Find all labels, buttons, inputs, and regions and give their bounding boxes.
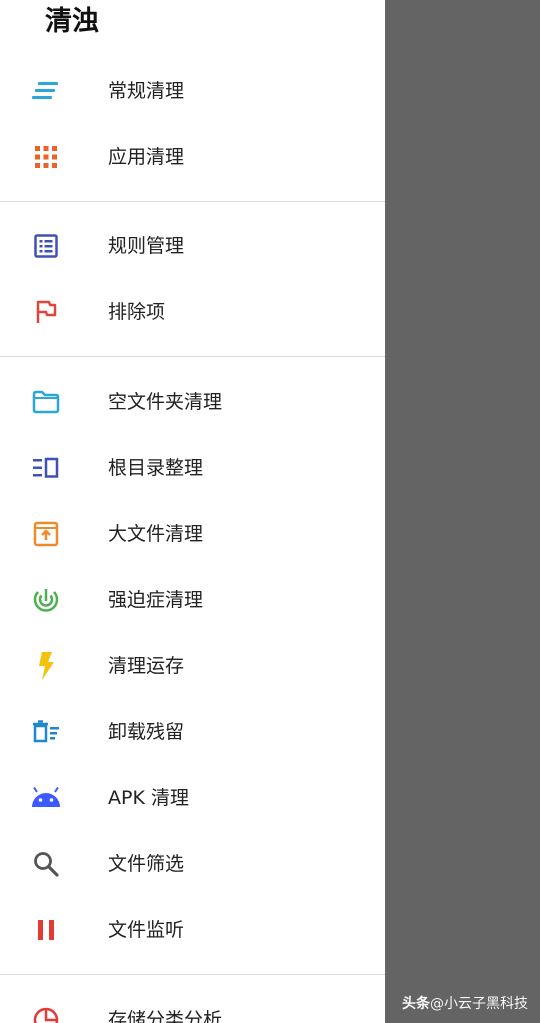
- divider: [0, 974, 385, 975]
- menu-item-label: 卸载残留: [108, 721, 185, 743]
- menu-item-label: 空文件夹清理: [108, 391, 223, 413]
- menu-item-label: 文件筛选: [108, 853, 185, 875]
- menu-item-apk-clean[interactable]: APK 清理: [0, 770, 385, 826]
- menu-item-ocd-clean[interactable]: 强迫症清理: [0, 572, 385, 628]
- pie-chart-icon: [30, 1006, 62, 1023]
- menu-item-label: 根目录整理: [108, 457, 204, 479]
- menu-item-uninstall-residue[interactable]: 卸载残留: [0, 704, 385, 760]
- watermark-brand: 头条: [402, 996, 430, 1012]
- android-icon: [30, 784, 62, 812]
- menu-item-general-clean[interactable]: 常规清理: [0, 63, 385, 119]
- menu-item-label: 规则管理: [108, 235, 185, 257]
- pause-icon: [30, 916, 62, 944]
- menu-item-label: 应用清理: [108, 146, 185, 168]
- menu-item-label: 强迫症清理: [108, 589, 204, 611]
- menu-item-memory-clean[interactable]: 清理运存: [0, 638, 385, 694]
- root-directory-icon: [30, 454, 62, 482]
- menu-item-storage-analysis[interactable]: 存储分类分析: [0, 992, 385, 1023]
- menu-item-exclusions[interactable]: 排除项: [0, 284, 385, 340]
- menu-item-label: 大文件清理: [108, 523, 204, 545]
- ocd-target-icon: [30, 586, 62, 614]
- app-grid-icon: [30, 143, 62, 171]
- watermark: 头条@小云子黑科技: [402, 993, 528, 1013]
- menu-item-large-file-clean[interactable]: 大文件清理: [0, 506, 385, 562]
- menu-item-file-filter[interactable]: 文件筛选: [0, 836, 385, 892]
- divider: [0, 356, 385, 357]
- large-file-icon: [30, 520, 62, 548]
- navigation-drawer: 清浊 常规清理 应用清理 规则管理 排除项 空文件夹清理 根目录整理 大文件清理…: [0, 0, 385, 1023]
- drawer-scrim-overlay[interactable]: [385, 0, 540, 1023]
- uninstall-residue-icon: [30, 718, 62, 746]
- search-icon: [30, 850, 62, 878]
- general-clean-icon: [30, 77, 62, 105]
- rules-list-icon: [30, 232, 62, 260]
- menu-item-label: 排除项: [108, 301, 166, 323]
- menu-item-empty-folder-clean[interactable]: 空文件夹清理: [0, 374, 385, 430]
- folder-icon: [30, 388, 62, 416]
- menu-item-label: 文件监听: [108, 919, 185, 941]
- menu-item-label: 清理运存: [108, 655, 185, 677]
- menu-item-label: 常规清理: [108, 80, 185, 102]
- menu-item-root-directory[interactable]: 根目录整理: [0, 440, 385, 496]
- app-title: 清浊: [45, 6, 99, 37]
- menu-item-file-monitor[interactable]: 文件监听: [0, 902, 385, 958]
- menu-item-app-clean[interactable]: 应用清理: [0, 129, 385, 185]
- watermark-handle: @小云子黑科技: [430, 996, 528, 1012]
- menu-item-rules[interactable]: 规则管理: [0, 218, 385, 274]
- flag-icon: [30, 298, 62, 326]
- divider: [0, 201, 385, 202]
- menu-item-label: 存储分类分析: [108, 1009, 223, 1023]
- menu-item-label: APK 清理: [108, 787, 189, 809]
- lightning-icon: [30, 652, 62, 680]
